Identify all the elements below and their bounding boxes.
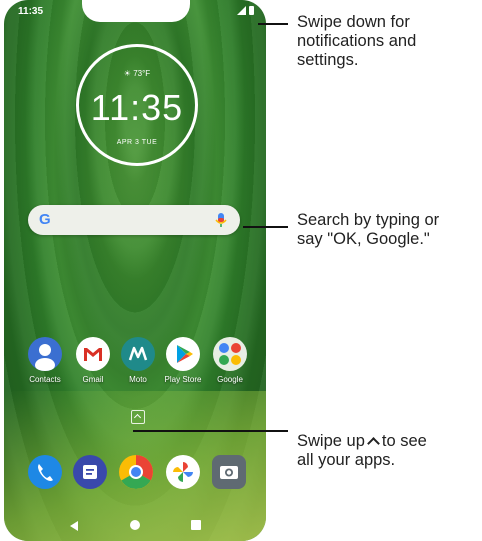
back-icon[interactable] <box>70 521 78 531</box>
play-store-icon <box>166 337 200 371</box>
signal-icon <box>237 6 246 15</box>
weather-readout: ☀ 73°F <box>123 69 151 78</box>
navigation-bar <box>4 518 266 534</box>
callout-line-notifications <box>258 23 288 25</box>
camera-icon <box>212 455 246 489</box>
chevron-up-icon <box>133 413 142 422</box>
callout-text-line: Swipe down for <box>297 13 410 31</box>
recents-icon[interactable] <box>191 520 201 530</box>
clock-date: APR 3 TUE <box>116 139 158 146</box>
dock-camera[interactable] <box>203 455 255 489</box>
chrome-icon <box>119 455 153 489</box>
app-contacts[interactable]: Contacts <box>19 337 71 384</box>
mic-icon[interactable] <box>212 211 230 229</box>
app-label: Contacts <box>29 375 61 384</box>
phone-icon <box>28 455 62 489</box>
clock-time: 11:35 <box>90 87 184 128</box>
battery-icon <box>249 6 254 15</box>
callout-notifications: Swipe down for notifications and setting… <box>297 13 416 70</box>
google-g-icon: G <box>39 211 51 228</box>
dock-messages[interactable] <box>64 455 116 489</box>
callout-text-line: settings. <box>297 51 359 69</box>
dock-photos[interactable] <box>157 455 209 489</box>
callout-text-line: Search by typing or <box>297 211 440 229</box>
callout-text-line: Swipe up to see <box>297 432 427 451</box>
photos-icon <box>166 455 200 489</box>
callout-text-line: notifications and <box>297 32 417 50</box>
gmail-icon <box>76 337 110 371</box>
app-play-store[interactable]: Play Store <box>157 337 209 384</box>
app-label: Google <box>217 375 243 384</box>
callout-search: Search by typing or say "OK, Google." <box>297 211 439 249</box>
moto-icon <box>121 337 155 371</box>
app-drawer-handle[interactable] <box>131 410 145 424</box>
home-icon[interactable] <box>130 520 140 530</box>
google-folder-icon <box>213 337 247 371</box>
status-time: 11:35 <box>18 6 44 17</box>
callout-text-line: say "OK, Google." <box>297 230 430 248</box>
phone-screen: 11:35 ☀ 73°F 11:35 APR 3 TUE G Contacts … <box>4 0 266 541</box>
callout-line-search <box>243 226 288 228</box>
app-label: Play Store <box>164 375 202 384</box>
status-icons <box>237 6 254 15</box>
messages-icon <box>73 455 107 489</box>
dock-chrome[interactable] <box>110 455 162 489</box>
google-search-bar[interactable]: G <box>28 205 240 235</box>
callout-apps: Swipe up to see all your apps. <box>297 432 427 470</box>
clock-widget[interactable]: ☀ 73°F 11:35 APR 3 TUE <box>76 44 198 166</box>
app-google-folder[interactable]: Google <box>204 337 256 384</box>
contacts-icon <box>28 337 62 371</box>
callout-text-part: to see <box>381 432 427 450</box>
callout-text-part: Swipe up <box>297 432 365 450</box>
chevron-up-icon <box>367 437 380 450</box>
display-notch <box>82 0 190 22</box>
callout-line-apps <box>133 430 288 432</box>
callout-text-line: all your apps. <box>297 451 396 469</box>
